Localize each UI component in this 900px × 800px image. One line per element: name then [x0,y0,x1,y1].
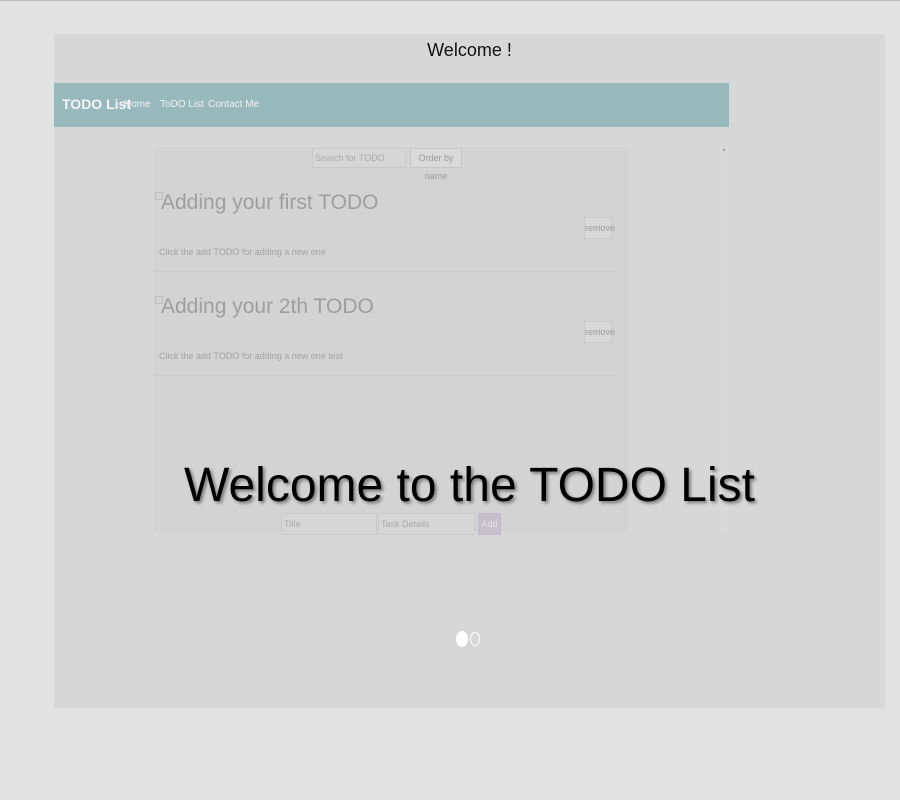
nav-link-home[interactable]: Home [124,99,151,110]
window-top-border [0,0,900,1]
navbar-brand[interactable]: TODO List [62,96,131,112]
todo-title: Adding your 2th TODO [161,295,374,318]
remove-button[interactable]: remove [584,321,615,343]
carousel-slide: Welcome ! TODO List Home ToDO List Conta… [54,34,885,708]
nav-link-todo-list[interactable]: ToDO List [160,99,204,110]
slide-caption: Welcome to the TODO List [184,459,755,512]
navbar: TODO List Home ToDO List Contact Me [54,83,729,127]
nav-link-contact-me[interactable]: Contact Me [208,99,259,110]
todo-description: Click the add TODO for adding a new one [159,247,326,257]
task-details-input[interactable]: Task Details [378,513,475,535]
search-input[interactable]: Search for TODO [312,148,406,168]
order-by-name-button[interactable]: Order by name [410,148,462,181]
carousel-dot-active[interactable] [456,631,468,647]
carousel-dot[interactable] [470,632,480,646]
remove-button[interactable]: remove [584,217,615,239]
welcome-heading: Welcome ! [427,40,512,60]
todo-description: Click the add TODO for adding a new one … [159,351,343,361]
add-button[interactable]: Add [478,513,501,535]
todo-title: Adding your first TODO [161,191,379,214]
scroll-up-icon[interactable]: ▲ [720,147,728,157]
todo-item: Adding your first TODO remove Click the … [154,167,620,272]
title-input[interactable]: Title [281,513,377,535]
todo-item: Adding your 2th TODO remove Click the ad… [154,271,620,376]
carousel-indicators [454,631,484,647]
